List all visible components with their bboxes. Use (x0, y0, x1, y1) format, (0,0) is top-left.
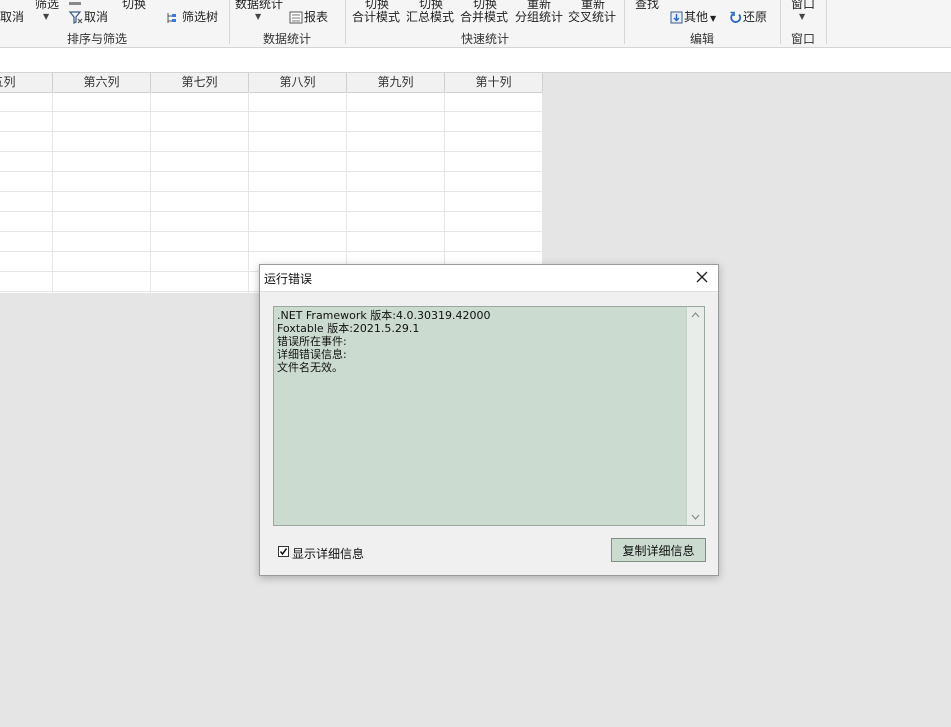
other-dropdown-arrow-icon: ▼ (710, 14, 717, 23)
close-icon[interactable] (694, 269, 710, 285)
error-details-textbox[interactable]: .NET Framework 版本:4.0.30319.42000 Foxtab… (273, 306, 705, 526)
filter-button[interactable]: 筛选 (35, 0, 59, 11)
quick-stats-item-bottom: 交叉统计 (568, 10, 617, 24)
checkmark-icon (279, 548, 288, 556)
cancel-filter-button[interactable]: 取消 (69, 10, 108, 25)
error-details-text: .NET Framework 版本:4.0.30319.42000 Foxtab… (277, 309, 687, 374)
toggle-filter-button[interactable]: 切换 (122, 0, 146, 11)
column-header[interactable]: 第九列 (347, 73, 445, 92)
quick-stats-item-bottom: 分组统计 (515, 10, 564, 24)
filter-dropdown-arrow-icon[interactable]: ▼ (43, 12, 49, 21)
quick-stats-item-bottom: 汇总模式 (406, 10, 455, 24)
copy-details-button[interactable]: 复制详细信息 (611, 538, 706, 562)
data-stats-dropdown-arrow-icon[interactable]: ▼ (255, 12, 261, 21)
dialog-title-bar[interactable]: 运行错误 (260, 265, 718, 292)
quick-stats-item-bottom: 合计模式 (352, 10, 401, 24)
ribbon-separator (780, 0, 781, 44)
column-header[interactable]: 五列 (0, 73, 53, 92)
table-row[interactable] (0, 92, 543, 112)
error-dialog: 运行错误 .NET Framework 版本:4.0.30319.42000 F… (259, 264, 719, 576)
grid-line (150, 92, 151, 293)
ribbon-separator (624, 0, 625, 44)
table-row[interactable] (0, 212, 543, 232)
group-label-sort-filter: 排序与筛选 (67, 32, 128, 46)
window-button[interactable]: 窗口 (791, 0, 815, 11)
group-label-quick-stats: 快速统计 (461, 32, 510, 46)
window-dropdown-arrow-icon[interactable]: ▼ (799, 12, 805, 21)
error-line: 文件名无效。 (277, 361, 343, 374)
report-icon (289, 11, 303, 24)
column-header[interactable]: 第六列 (53, 73, 151, 92)
report-label: 报表 (304, 10, 329, 24)
filter-tree-button[interactable]: 筛选树 (166, 10, 218, 25)
cancel-sort-button[interactable]: 取消 (0, 10, 24, 24)
table-row[interactable] (0, 192, 543, 212)
scroll-up-icon[interactable] (690, 310, 701, 320)
ribbon-separator (826, 0, 827, 44)
grid-line (346, 92, 347, 293)
table-row[interactable] (0, 232, 543, 252)
data-stats-button[interactable]: 数据统计 (235, 0, 283, 11)
checkbox-box[interactable] (278, 546, 289, 557)
show-details-label[interactable]: 显示详细信息 (292, 545, 364, 562)
column-header[interactable]: 第七列 (151, 73, 249, 92)
ribbon-icon-stub (69, 1, 81, 5)
column-header-row: 五列 第六列 第七列 第八列 第九列 第十列 (0, 73, 543, 93)
filter-tree-icon (167, 12, 176, 23)
ribbon-separator (229, 0, 230, 44)
find-button[interactable]: 查找 (635, 0, 659, 11)
error-line: 错误所在事件: (277, 335, 347, 348)
table-row[interactable] (0, 112, 543, 132)
other-button[interactable]: 其他 ▼ (670, 10, 716, 26)
other-label: 其他 (684, 10, 709, 24)
formula-bar[interactable] (0, 48, 951, 73)
report-button[interactable]: 报表 (289, 10, 328, 24)
group-label-window: 窗口 (791, 32, 816, 46)
data-grid[interactable]: 五列 第六列 第七列 第八列 第九列 第十列 (0, 73, 543, 293)
column-header[interactable]: 第十列 (445, 73, 543, 92)
group-label-edit: 编辑 (690, 32, 715, 46)
error-line: .NET Framework 版本:4.0.30319.42000 (277, 309, 491, 322)
cancel-filter-icon (69, 10, 83, 24)
quick-stats-item-bottom: 合并模式 (460, 10, 509, 24)
dialog-title: 运行错误 (264, 272, 313, 286)
error-line: Foxtable 版本:2021.5.29.1 (277, 322, 420, 335)
vertical-scrollbar[interactable] (686, 307, 704, 525)
cancel-filter-label: 取消 (84, 10, 109, 24)
table-row[interactable] (0, 152, 543, 172)
grid-line (444, 92, 445, 293)
ribbon-toolbar: 取消 筛选 ▼ 切换 取消 筛选树 排序与筛选 数据统计 ▼ 报表 数据统计 切… (0, 0, 951, 48)
column-header[interactable]: 第八列 (249, 73, 347, 92)
ribbon-separator (345, 0, 346, 44)
filter-tree-label: 筛选树 (182, 10, 219, 24)
grid-line (542, 92, 543, 293)
grid-line (248, 92, 249, 293)
group-label-data-stats: 数据统计 (263, 32, 312, 46)
restore-label: 还原 (743, 10, 768, 24)
table-row[interactable] (0, 172, 543, 192)
other-icon (670, 11, 683, 24)
grid-line (52, 92, 53, 293)
scroll-down-icon[interactable] (690, 512, 701, 522)
restore-icon (730, 11, 742, 23)
error-line: 详细错误信息: (277, 348, 347, 361)
restore-button[interactable]: 还原 (729, 10, 767, 24)
table-row[interactable] (0, 132, 543, 152)
